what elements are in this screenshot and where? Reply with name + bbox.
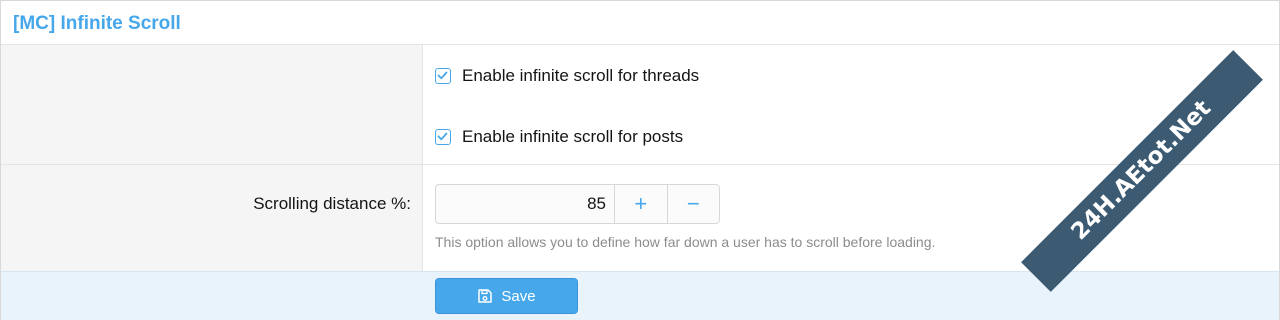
checkbox-posts[interactable] xyxy=(435,129,451,145)
scrolling-distance-hint: This option allows you to define how far… xyxy=(435,234,936,250)
label-column xyxy=(1,45,423,271)
block-header: [MC] Infinite Scroll xyxy=(1,1,1279,45)
form-footer: Save xyxy=(1,271,1279,320)
checkmark-icon xyxy=(437,71,448,80)
block-title: [MC] Infinite Scroll xyxy=(13,13,181,34)
checkbox-label-posts: Enable infinite scroll for posts xyxy=(462,127,684,146)
scrolling-distance-label: Scrolling distance %: xyxy=(253,194,411,213)
increment-button[interactable]: + xyxy=(614,185,667,223)
minus-icon: − xyxy=(686,191,700,216)
decrement-button[interactable]: − xyxy=(666,185,720,223)
row-divider xyxy=(1,164,1279,165)
save-icon xyxy=(477,288,493,304)
checkbox-label-threads: Enable infinite scroll for threads xyxy=(462,66,700,85)
scrolling-distance-stepper: + − xyxy=(435,184,720,224)
scrolling-distance-input[interactable] xyxy=(436,185,614,223)
plus-icon: + xyxy=(634,191,648,216)
options-block: [MC] Infinite Scroll Enable infinite scr… xyxy=(0,0,1280,320)
save-button[interactable]: Save xyxy=(435,278,578,314)
checkmark-icon xyxy=(437,132,448,141)
checkbox-option-threads[interactable]: Enable infinite scroll for threads xyxy=(435,64,699,88)
checkbox-threads[interactable] xyxy=(435,68,451,84)
checkbox-option-posts[interactable]: Enable infinite scroll for posts xyxy=(435,125,683,149)
save-label: Save xyxy=(501,287,536,305)
